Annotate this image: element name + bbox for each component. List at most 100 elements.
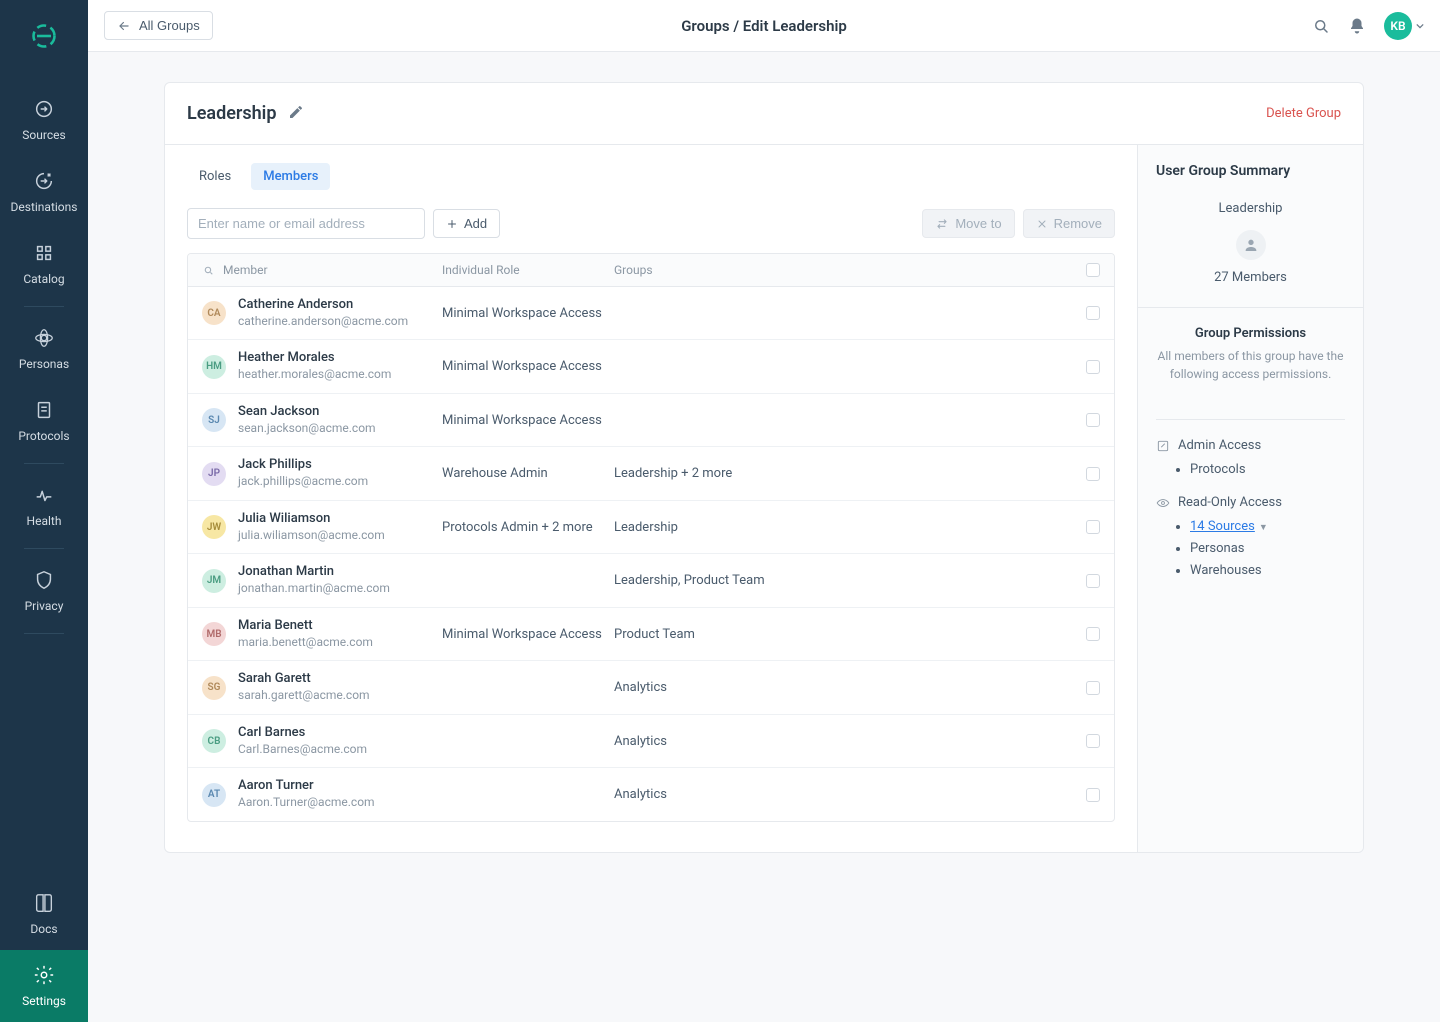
search-icon [202,264,215,277]
member-groups: Leadership + 2 more [614,466,1070,481]
select-all-checkbox[interactable] [1086,263,1100,277]
sidebar-item-label: Health [27,514,62,528]
row-checkbox[interactable] [1086,681,1100,695]
member-name: Aaron Turner [238,778,375,795]
table-row[interactable]: SJSean Jacksonsean.jackson@acme.comMinim… [188,394,1114,447]
row-checkbox[interactable] [1086,520,1100,534]
edit-square-icon [1156,439,1170,453]
member-email: catherine.anderson@acme.com [238,314,408,330]
sidebar-item-docs[interactable]: Docs [0,878,88,950]
health-icon [33,484,55,506]
admin-item: Protocols [1190,459,1345,481]
member-search-input[interactable] [187,208,425,239]
member-avatar: JM [202,569,226,593]
notifications-button[interactable] [1348,17,1366,35]
sidebar: Sources Destinations Catalog Personas Pr… [0,0,88,1022]
member-email: Carl.Barnes@acme.com [238,742,367,758]
search-icon [1312,17,1330,35]
delete-group-button[interactable]: Delete Group [1266,106,1341,121]
chevron-down-icon: ▼ [1259,523,1268,533]
member-groups: Leadership, Product Team [614,573,1070,588]
tab-roles[interactable]: Roles [187,163,243,190]
member-avatar: JP [202,462,226,486]
privacy-icon [33,569,55,591]
summary-panel: User Group Summary Leadership 27 Members… [1137,145,1363,852]
remove-button[interactable]: Remove [1023,209,1115,238]
people-icon [1243,237,1259,253]
table-row[interactable]: CACatherine Andersoncatherine.anderson@a… [188,287,1114,340]
group-name: Leadership [187,103,276,124]
row-checkbox[interactable] [1086,413,1100,427]
sidebar-item-catalog[interactable]: Catalog [0,228,88,300]
readonly-item: Personas [1190,538,1345,560]
edit-group-button[interactable] [288,104,304,124]
member-avatar: CB [202,729,226,753]
remove-label: Remove [1054,216,1102,231]
member-name: Carl Barnes [238,725,367,742]
user-menu[interactable]: KB [1384,12,1424,40]
member-name: Heather Morales [238,350,391,367]
add-button-label: Add [464,216,487,231]
separator [24,306,64,307]
table-row[interactable]: JWJulia Wiliamsonjulia.wiliamson@acme.co… [188,501,1114,554]
avatar: KB [1384,12,1412,40]
member-name: Sarah Garett [238,671,370,688]
x-icon [1036,218,1048,230]
sidebar-item-protocols[interactable]: Protocols [0,385,88,457]
tabs: Roles Members [187,163,1115,190]
tab-members[interactable]: Members [251,163,330,190]
member-avatar: JW [202,515,226,539]
separator [24,463,64,464]
member-avatar: SG [202,676,226,700]
pencil-icon [288,104,304,120]
back-button[interactable]: All Groups [104,11,213,40]
row-checkbox[interactable] [1086,788,1100,802]
sidebar-item-destinations[interactable]: Destinations [0,156,88,228]
search-button[interactable] [1312,17,1330,35]
sidebar-item-health[interactable]: Health [0,470,88,542]
sidebar-item-label: Personas [19,357,69,371]
personas-icon [33,327,55,349]
logo [30,22,58,54]
readonly-access-label: Read-Only Access [1156,495,1345,510]
add-button[interactable]: Add [433,209,500,238]
row-checkbox[interactable] [1086,360,1100,374]
member-role: Minimal Workspace Access [442,359,614,374]
sidebar-item-label: Settings [22,994,66,1008]
sidebar-item-privacy[interactable]: Privacy [0,555,88,627]
sidebar-item-settings[interactable]: Settings [0,950,88,1022]
member-role: Minimal Workspace Access [442,627,614,642]
back-button-label: All Groups [139,18,200,33]
move-to-button[interactable]: Move to [922,209,1014,238]
bell-icon [1348,17,1366,35]
table-row[interactable]: ATAaron TurnerAaron.Turner@acme.comAnaly… [188,768,1114,820]
separator [24,633,64,634]
table-row[interactable]: JMJonathan Martinjonathan.martin@acme.co… [188,554,1114,607]
row-checkbox[interactable] [1086,627,1100,641]
table-header: Member Individual Role Groups [188,254,1114,287]
member-email: julia.wiliamson@acme.com [238,528,385,544]
settings-icon [33,964,55,986]
swap-icon [935,217,949,231]
row-checkbox[interactable] [1086,306,1100,320]
member-avatar: SJ [202,408,226,432]
table-row[interactable]: CB Carl BarnesCarl.Barnes@acme.com Analyti… [188,715,1114,768]
table-row[interactable]: MBMaria Benettmaria.benett@acme.comMinim… [188,608,1114,661]
table-row[interactable]: SGSarah Garettsarah.garett@acme.comAnaly… [188,661,1114,714]
row-checkbox[interactable] [1086,467,1100,481]
member-email: Aaron.Turner@acme.com [238,795,375,811]
members-table: Member Individual Role Groups CACatherin… [187,253,1115,822]
member-avatar: CA [202,301,226,325]
row-checkbox[interactable] [1086,734,1100,748]
member-groups: Product Team [614,627,1070,642]
member-avatar: HM [202,355,226,379]
table-row[interactable]: JPJack Phillipsjack.phillips@acme.comWar… [188,447,1114,500]
sidebar-item-personas[interactable]: Personas [0,313,88,385]
member-email: sean.jackson@acme.com [238,421,376,437]
row-checkbox[interactable] [1086,574,1100,588]
member-email: jonathan.martin@acme.com [238,581,390,597]
readonly-item-sources[interactable]: 14 Sources▼ [1190,516,1345,538]
member-groups: Analytics [614,734,1070,749]
table-row[interactable]: HMHeather Moralesheather.morales@acme.co… [188,340,1114,393]
sidebar-item-sources[interactable]: Sources [0,84,88,156]
